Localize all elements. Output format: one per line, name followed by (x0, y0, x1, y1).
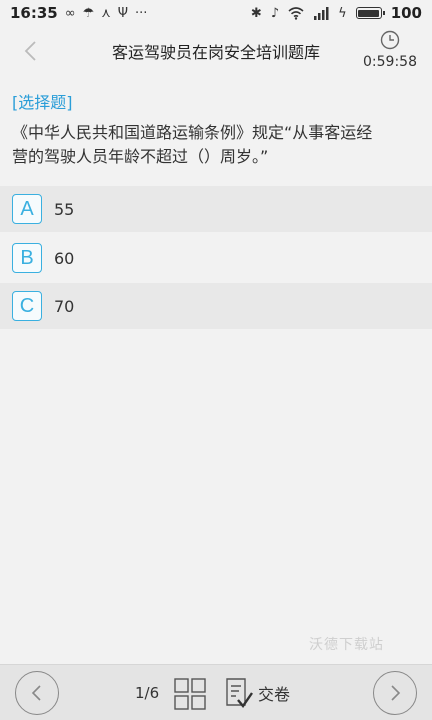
question-line-2: 营的驾驶人员年龄不超过（）周岁。” (12, 147, 269, 166)
submit-button[interactable]: 交卷 (224, 677, 290, 709)
chevron-left-icon (31, 685, 41, 701)
bluetooth-icon: ✱ (250, 5, 262, 21)
question-type: [选择题] (12, 93, 73, 112)
option-a-letter: A (12, 194, 42, 224)
share-icon: ⋏ (101, 5, 111, 21)
chevron-right-icon (391, 685, 401, 701)
option-c[interactable]: C 70 (0, 283, 432, 329)
infinity-icon: ∞ (64, 5, 76, 21)
question-line-1: 《中华人民共和国道路运输条例》规定“从事客运经 (12, 123, 373, 142)
status-left: 16:35 ∞ ☂ ⋏ Ψ ··· (10, 4, 147, 22)
previous-button[interactable] (15, 671, 59, 715)
notification-icon: ☂ (82, 5, 95, 21)
question-grid-button[interactable] (173, 677, 207, 711)
submit-paper-icon (226, 678, 253, 708)
grid-icon (174, 678, 206, 710)
header: 客运驾驶员在岗安全培训题库 0:59:58 (0, 26, 432, 76)
option-c-text: 70 (54, 296, 75, 316)
option-b-text: 60 (54, 248, 75, 268)
signal-icon (314, 6, 329, 20)
clock-icon (380, 30, 400, 50)
status-right: ✱ ♪ ϟ 100 (251, 4, 422, 22)
option-c-letter: C (12, 291, 42, 321)
timer: 0:59:58 (358, 30, 422, 70)
charging-icon: ϟ (338, 5, 347, 21)
option-b[interactable]: B 60 (0, 235, 432, 281)
status-bar: 16:35 ∞ ☂ ⋏ Ψ ··· ✱ ♪ ϟ 100 (0, 0, 432, 26)
watermark: 沃德下载站 (309, 637, 384, 653)
status-time: 16:35 (10, 4, 58, 22)
option-b-letter: B (12, 243, 42, 273)
usb-icon: Ψ (117, 5, 129, 21)
next-button[interactable] (373, 671, 417, 715)
bottom-bar: 1/6 交卷 (0, 664, 432, 720)
option-a[interactable]: A 55 (0, 186, 432, 232)
timer-text: 0:59:58 (363, 54, 417, 70)
question-content: [选择题] 《中华人民共和国道路运输条例》规定“从事客运经 营的驾驶人员年龄不超… (0, 76, 432, 664)
battery-level: 100 (390, 4, 422, 22)
more-icon: ··· (135, 5, 148, 21)
submit-label: 交卷 (258, 685, 291, 704)
question-text: 《中华人民共和国道路运输条例》规定“从事客运经 营的驾驶人员年龄不超过（）周岁。… (12, 121, 420, 169)
battery-icon (355, 7, 385, 19)
page-indicator: 1/6 (135, 684, 160, 702)
option-a-text: 55 (54, 199, 75, 219)
wifi-icon (288, 6, 304, 20)
mute-icon: ♪ (270, 5, 280, 21)
